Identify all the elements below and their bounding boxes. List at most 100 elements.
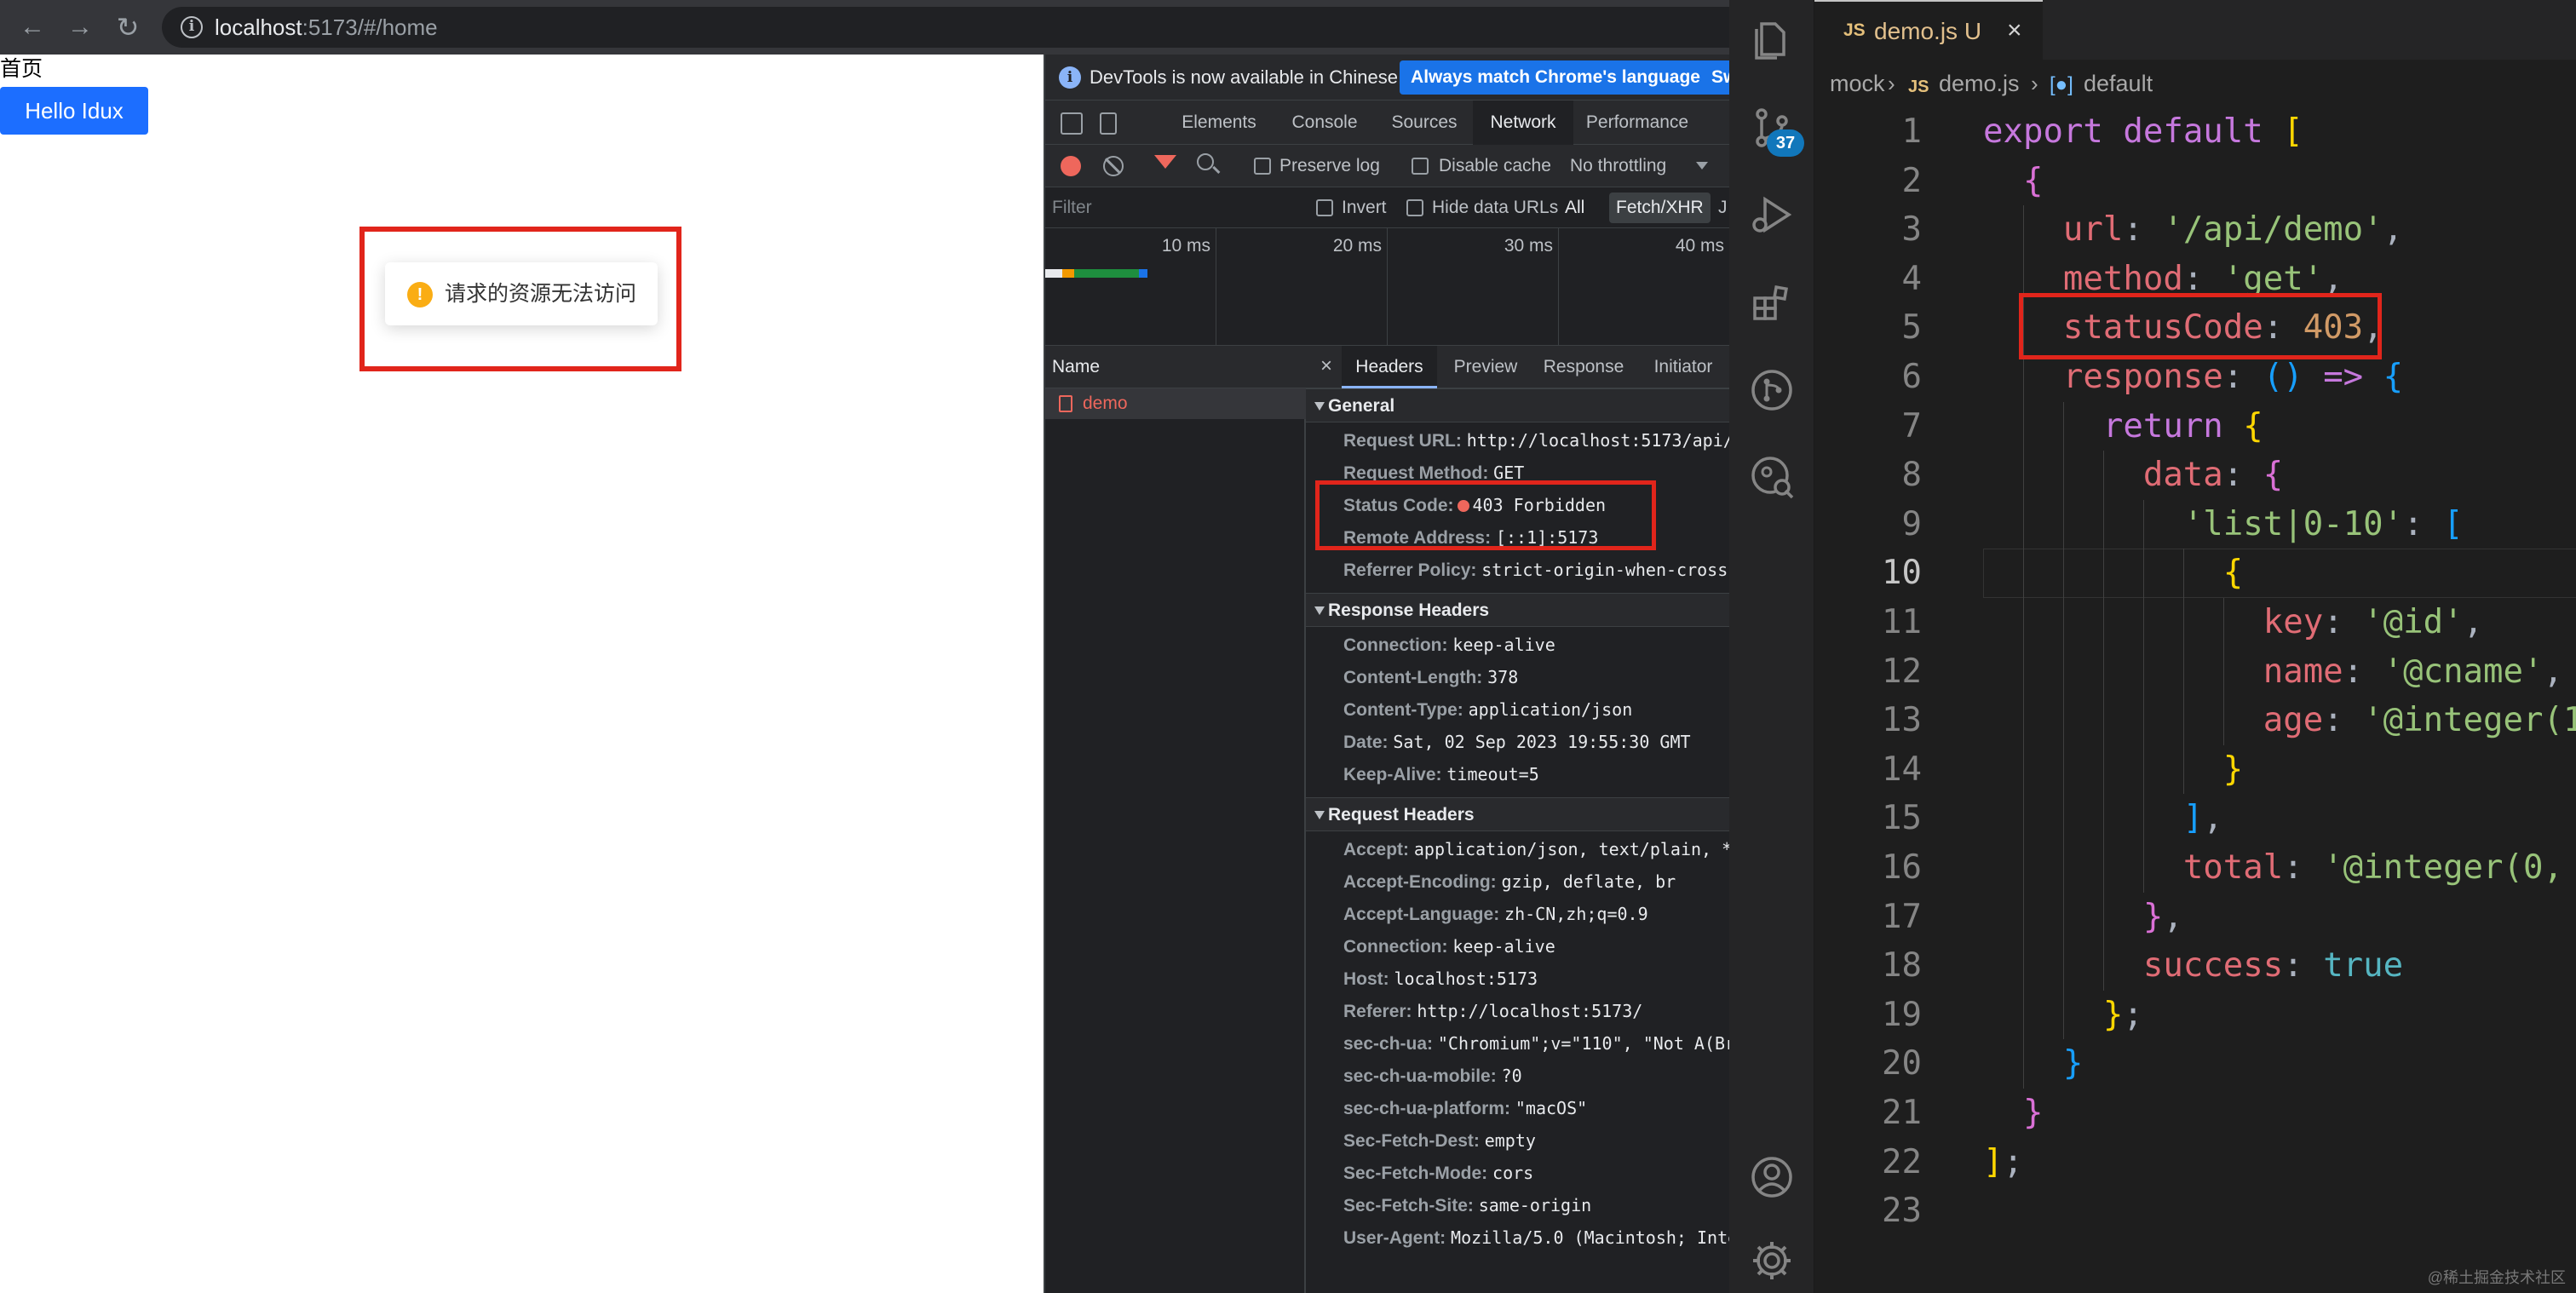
request-headers-section-header[interactable]: Request Headers bbox=[1306, 797, 1729, 831]
response-header-row: Connection: keep-alive bbox=[1343, 629, 1555, 661]
run-debug-icon[interactable] bbox=[1748, 191, 1796, 238]
header-value: http://localhost:5173/ bbox=[1417, 1001, 1643, 1021]
code-line[interactable]: } bbox=[1983, 745, 2243, 795]
indent-guide bbox=[2223, 598, 2224, 745]
code-editor[interactable]: 1 2 3 4 5 6 7 8 9 10 11 12 13 14 15 16 17 18 19 20 21 22 23 ex… bbox=[1814, 106, 2576, 1293]
explorer-icon[interactable] bbox=[1748, 15, 1796, 63]
response-headers-section-header[interactable]: Response Headers bbox=[1306, 593, 1729, 627]
gear-icon[interactable] bbox=[1748, 1237, 1796, 1284]
git-graph-icon[interactable] bbox=[1748, 366, 1796, 414]
code-line[interactable]: ]; bbox=[1983, 1138, 2023, 1187]
line-number: 20 bbox=[1882, 1044, 1922, 1083]
request-header-row: Sec-Fetch-Mode: cors bbox=[1343, 1157, 1533, 1189]
type-filter-fetch-xhr[interactable]: Fetch/XHR bbox=[1609, 193, 1711, 223]
request-header-row: Connection: keep-alive bbox=[1343, 930, 1555, 963]
record-icon[interactable] bbox=[1061, 156, 1081, 176]
inspect-element-icon[interactable] bbox=[1061, 112, 1083, 135]
indent-guide bbox=[2103, 451, 2104, 991]
header-key: Keep-Alive: bbox=[1343, 765, 1442, 784]
code-line[interactable]: url: '/api/demo', bbox=[1983, 205, 2403, 255]
header-key: Request URL: bbox=[1343, 431, 1462, 451]
throttling-select[interactable]: No throttling bbox=[1570, 155, 1666, 177]
reload-icon[interactable]: ↻ bbox=[111, 10, 145, 44]
name-column-header[interactable]: Name bbox=[1045, 346, 1306, 388]
code-line[interactable]: 'list|0-10': [ bbox=[1983, 500, 2464, 549]
code-line[interactable]: age: '@integer(18, 60)', bbox=[1983, 696, 2576, 745]
devtools-panel: i DevTools is now available in Chinese! … bbox=[1044, 55, 1729, 1293]
forward-arrow-icon[interactable]: → bbox=[63, 10, 97, 44]
network-timeline-overview[interactable]: 10 ms 20 ms 30 ms 40 ms bbox=[1045, 228, 1729, 346]
message-text: 请求的资源无法访问 bbox=[445, 282, 637, 306]
code-line[interactable]: response: () => { bbox=[1983, 353, 2403, 402]
header-key: Host: bbox=[1343, 969, 1389, 989]
type-filter-js[interactable]: J bbox=[1718, 197, 1728, 219]
account-icon[interactable] bbox=[1748, 1153, 1796, 1201]
code-line[interactable]: { bbox=[1983, 549, 2243, 598]
switch-language-button[interactable]: Sw bbox=[1703, 60, 1729, 95]
invert-checkbox[interactable] bbox=[1316, 199, 1333, 216]
code-line[interactable]: key: '@id', bbox=[1983, 598, 2483, 647]
address-bar[interactable]: i localhost:5173/#/home bbox=[162, 7, 1729, 48]
request-row[interactable]: demo bbox=[1045, 388, 1306, 419]
match-language-button[interactable]: Always match Chrome's language bbox=[1400, 60, 1711, 95]
device-toolbar-icon[interactable] bbox=[1100, 112, 1117, 135]
header-value: strict-origin-when-cross-origin bbox=[1481, 560, 1729, 580]
editor-tab-demo-js[interactable]: JS demo.js U × bbox=[1814, 0, 2043, 60]
general-section-header[interactable]: General bbox=[1306, 388, 1729, 422]
search-icon[interactable] bbox=[1197, 153, 1214, 170]
clear-icon[interactable] bbox=[1103, 156, 1124, 176]
indent-guide bbox=[2183, 549, 2184, 795]
chevron-down-icon[interactable] bbox=[1696, 162, 1708, 170]
code-line[interactable]: export default [ bbox=[1983, 107, 2303, 157]
type-filter-all[interactable]: All bbox=[1565, 197, 1584, 219]
remote-explorer-icon[interactable] bbox=[1748, 453, 1796, 501]
tab-performance[interactable]: Performance bbox=[1573, 101, 1701, 145]
site-info-icon[interactable]: i bbox=[181, 16, 203, 38]
disable-cache-checkbox[interactable] bbox=[1412, 158, 1429, 175]
breadcrumb-file[interactable]: demo.js bbox=[1939, 70, 2020, 97]
tab-preview[interactable]: Preview bbox=[1440, 346, 1531, 388]
hide-data-urls-checkbox[interactable] bbox=[1406, 199, 1423, 216]
header-key: Sec-Fetch-Mode: bbox=[1343, 1164, 1488, 1183]
tab-headers[interactable]: Headers bbox=[1342, 346, 1437, 388]
chevron-right-icon: › bbox=[2031, 71, 2038, 96]
code-line[interactable]: total: '@integer(0, 100)', bbox=[1983, 843, 2576, 893]
filter-icon[interactable] bbox=[1154, 155, 1176, 169]
code-line[interactable]: data: { bbox=[1983, 451, 2283, 500]
code-line[interactable]: } bbox=[1983, 1089, 2043, 1138]
url-text[interactable]: localhost:5173/#/home bbox=[215, 14, 438, 40]
code-line[interactable]: }, bbox=[1983, 893, 2183, 942]
preserve-log-checkbox[interactable] bbox=[1254, 158, 1271, 175]
tab-response[interactable]: Response bbox=[1531, 346, 1636, 388]
url-host: localhost bbox=[215, 14, 302, 40]
breadcrumb-symbol[interactable]: default bbox=[2084, 70, 2153, 97]
page-viewport: 首页 Hello Idux ! 请求的资源无法访问 bbox=[0, 55, 1044, 1293]
timeline-gridline bbox=[1387, 228, 1388, 346]
header-key: sec-ch-ua-platform: bbox=[1343, 1099, 1511, 1118]
close-icon[interactable]: × bbox=[1314, 354, 1338, 378]
breadcrumb-folder[interactable]: mock bbox=[1830, 70, 1885, 97]
code-line[interactable]: success: true bbox=[1983, 941, 2403, 991]
tab-network[interactable]: Network bbox=[1473, 101, 1573, 145]
code-line[interactable]: { bbox=[1983, 157, 2043, 206]
tab-initiator[interactable]: Initiator bbox=[1636, 346, 1729, 388]
tab-sources[interactable]: Sources bbox=[1376, 101, 1473, 145]
filter-input[interactable] bbox=[1052, 194, 1308, 221]
code-line[interactable]: return { bbox=[1983, 402, 2263, 451]
disable-cache-label: Disable cache bbox=[1439, 156, 1551, 175]
response-header-row: Content-Type: application/json bbox=[1343, 693, 1632, 726]
header-key: sec-ch-ua-mobile: bbox=[1343, 1066, 1497, 1086]
hello-idux-button[interactable]: Hello Idux bbox=[0, 87, 148, 135]
header-value: application/json, text/plain, */* bbox=[1413, 839, 1729, 859]
back-arrow-icon[interactable]: ← bbox=[15, 10, 49, 44]
header-value: keep-alive bbox=[1452, 635, 1555, 655]
extensions-icon[interactable] bbox=[1748, 279, 1796, 327]
header-value: same-origin bbox=[1478, 1195, 1592, 1215]
line-number: 19 bbox=[1882, 995, 1922, 1034]
code-line[interactable]: name: '@cname', bbox=[1983, 647, 2563, 697]
tab-console[interactable]: Console bbox=[1274, 101, 1376, 145]
code-line[interactable]: } bbox=[1983, 1039, 2083, 1089]
close-icon[interactable]: × bbox=[2007, 16, 2022, 45]
tab-elements[interactable]: Elements bbox=[1164, 101, 1274, 145]
activity-bar: 37 bbox=[1729, 0, 1814, 1293]
